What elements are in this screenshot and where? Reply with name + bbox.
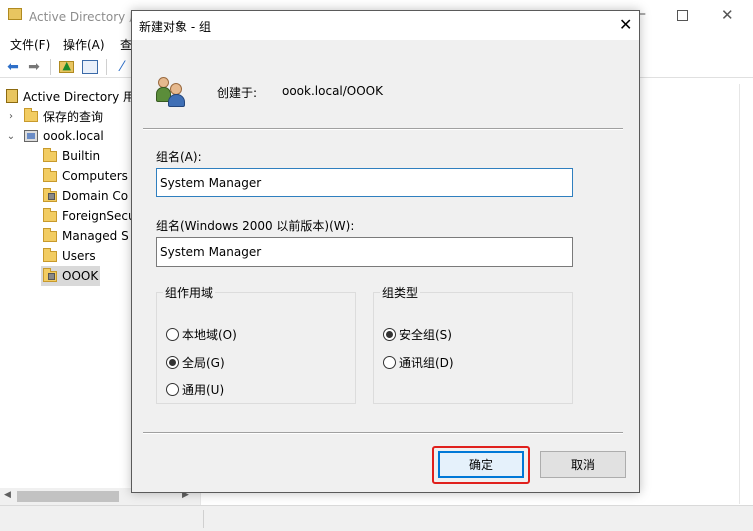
menu-action[interactable]: 操作(A) xyxy=(63,36,105,53)
group-icon xyxy=(156,74,190,108)
tool-icon[interactable]: ⁄ xyxy=(113,58,131,76)
radio-type-distribution[interactable]: 通讯组(D) xyxy=(383,354,454,371)
chevron-down-icon[interactable]: ⌄ xyxy=(6,131,16,142)
tree-item-saved-queries[interactable]: › 保存的查询 xyxy=(6,106,103,126)
ad-users-icon xyxy=(8,8,22,20)
dialog-titlebar: 新建对象 - 组 ✕ xyxy=(132,11,639,40)
window-title: Active Directory 用 xyxy=(29,10,142,24)
radio-unchecked-icon[interactable] xyxy=(166,328,179,341)
group-type-legend: 组类型 xyxy=(382,286,419,300)
ou-icon xyxy=(43,267,57,282)
tree-item-label: 保存的查询 xyxy=(43,109,104,124)
tree-item-oook[interactable]: OOOK xyxy=(41,266,101,286)
group-name-pre2000-label: 组名(Windows 2000 以前版本)(W): xyxy=(156,219,355,233)
tree-item-label: OOOK xyxy=(62,269,99,283)
folder-icon xyxy=(43,247,57,262)
forward-arrow-icon[interactable]: ➡ xyxy=(25,58,43,76)
back-arrow-icon[interactable]: ⬅ xyxy=(4,58,22,76)
folder-icon xyxy=(43,167,57,182)
cancel-button[interactable]: 取消 xyxy=(540,451,626,478)
status-bar xyxy=(0,505,753,531)
tree-item-builtin[interactable]: Builtin xyxy=(43,146,100,166)
radio-checked-icon[interactable] xyxy=(166,356,179,369)
tree-item-label: Managed S xyxy=(62,229,129,243)
results-pane-edge xyxy=(739,84,753,504)
radio-label: 全局(G) xyxy=(182,356,225,370)
radio-scope-universal[interactable]: 通用(U) xyxy=(166,381,224,398)
separator xyxy=(143,432,623,434)
scrollbar-thumb[interactable] xyxy=(17,491,119,502)
up-folder-icon[interactable]: ▲ xyxy=(57,58,75,76)
tree-item-label: Users xyxy=(62,249,96,263)
radio-label: 通讯组(D) xyxy=(399,356,454,370)
dialog-title: 新建对象 - 组 xyxy=(139,20,211,34)
tree-item-label: Computers xyxy=(62,169,128,183)
toolbar-separator xyxy=(106,59,107,75)
group-scope-legend: 组作用域 xyxy=(165,286,214,300)
group-scope-box: 组作用域 本地域(O) 全局(G) 通用(U) xyxy=(156,284,356,404)
group-type-box: 组类型 安全组(S) 通讯组(D) xyxy=(373,284,573,404)
chevron-right-icon[interactable]: › xyxy=(6,111,16,122)
ad-users-icon xyxy=(6,89,18,103)
close-icon[interactable]: ✕ xyxy=(619,15,632,34)
scroll-left-icon[interactable]: ◀ xyxy=(4,490,11,500)
folder-icon xyxy=(43,227,57,242)
status-pane xyxy=(203,510,753,528)
created-in-label: 创建于: xyxy=(217,86,258,100)
radio-label: 本地域(O) xyxy=(182,328,237,342)
separator xyxy=(143,128,623,130)
radio-type-security[interactable]: 安全组(S) xyxy=(383,326,452,343)
radio-scope-global[interactable]: 全局(G) xyxy=(166,354,225,371)
radio-label: 安全组(S) xyxy=(399,328,452,342)
tree-item-label: Domain Co xyxy=(62,189,129,203)
radio-unchecked-icon[interactable] xyxy=(383,356,396,369)
toolbar-separator xyxy=(50,59,51,75)
maximize-icon[interactable] xyxy=(677,10,688,21)
folder-icon xyxy=(43,207,57,222)
ok-button[interactable]: 确定 xyxy=(438,451,524,478)
tree-item-domain[interactable]: ⌄ oook.local xyxy=(6,126,104,146)
folder-icon xyxy=(24,107,38,122)
domain-icon xyxy=(24,130,38,142)
tree-item-users[interactable]: Users xyxy=(43,246,96,266)
tree-item-label: ForeignSecu xyxy=(62,209,136,223)
tree-item-computers[interactable]: Computers xyxy=(43,166,128,186)
menu-file[interactable]: 文件(F) xyxy=(10,36,50,53)
tree-item-label: Active Directory 用 xyxy=(23,89,136,104)
new-group-dialog: 新建对象 - 组 ✕ 创建于: oook.local/OOOK 组名(A): 组… xyxy=(131,10,640,493)
created-in-path: oook.local/OOOK xyxy=(282,84,383,98)
radio-scope-domain-local[interactable]: 本地域(O) xyxy=(166,326,237,343)
radio-checked-icon[interactable] xyxy=(383,328,396,341)
radio-label: 通用(U) xyxy=(182,383,225,397)
tree-item-label: Builtin xyxy=(62,149,101,163)
group-name-label: 组名(A): xyxy=(156,150,202,164)
ou-icon xyxy=(43,187,57,202)
folder-icon xyxy=(43,147,57,162)
show-tree-icon[interactable] xyxy=(81,58,99,76)
group-name-pre2000-input[interactable] xyxy=(156,237,573,267)
group-name-input[interactable] xyxy=(156,168,573,197)
tree-item-root[interactable]: Active Directory 用 xyxy=(6,86,135,106)
close-icon[interactable]: ✕ xyxy=(721,6,734,24)
tree-item-label: oook.local xyxy=(43,129,104,143)
radio-unchecked-icon[interactable] xyxy=(166,383,179,396)
